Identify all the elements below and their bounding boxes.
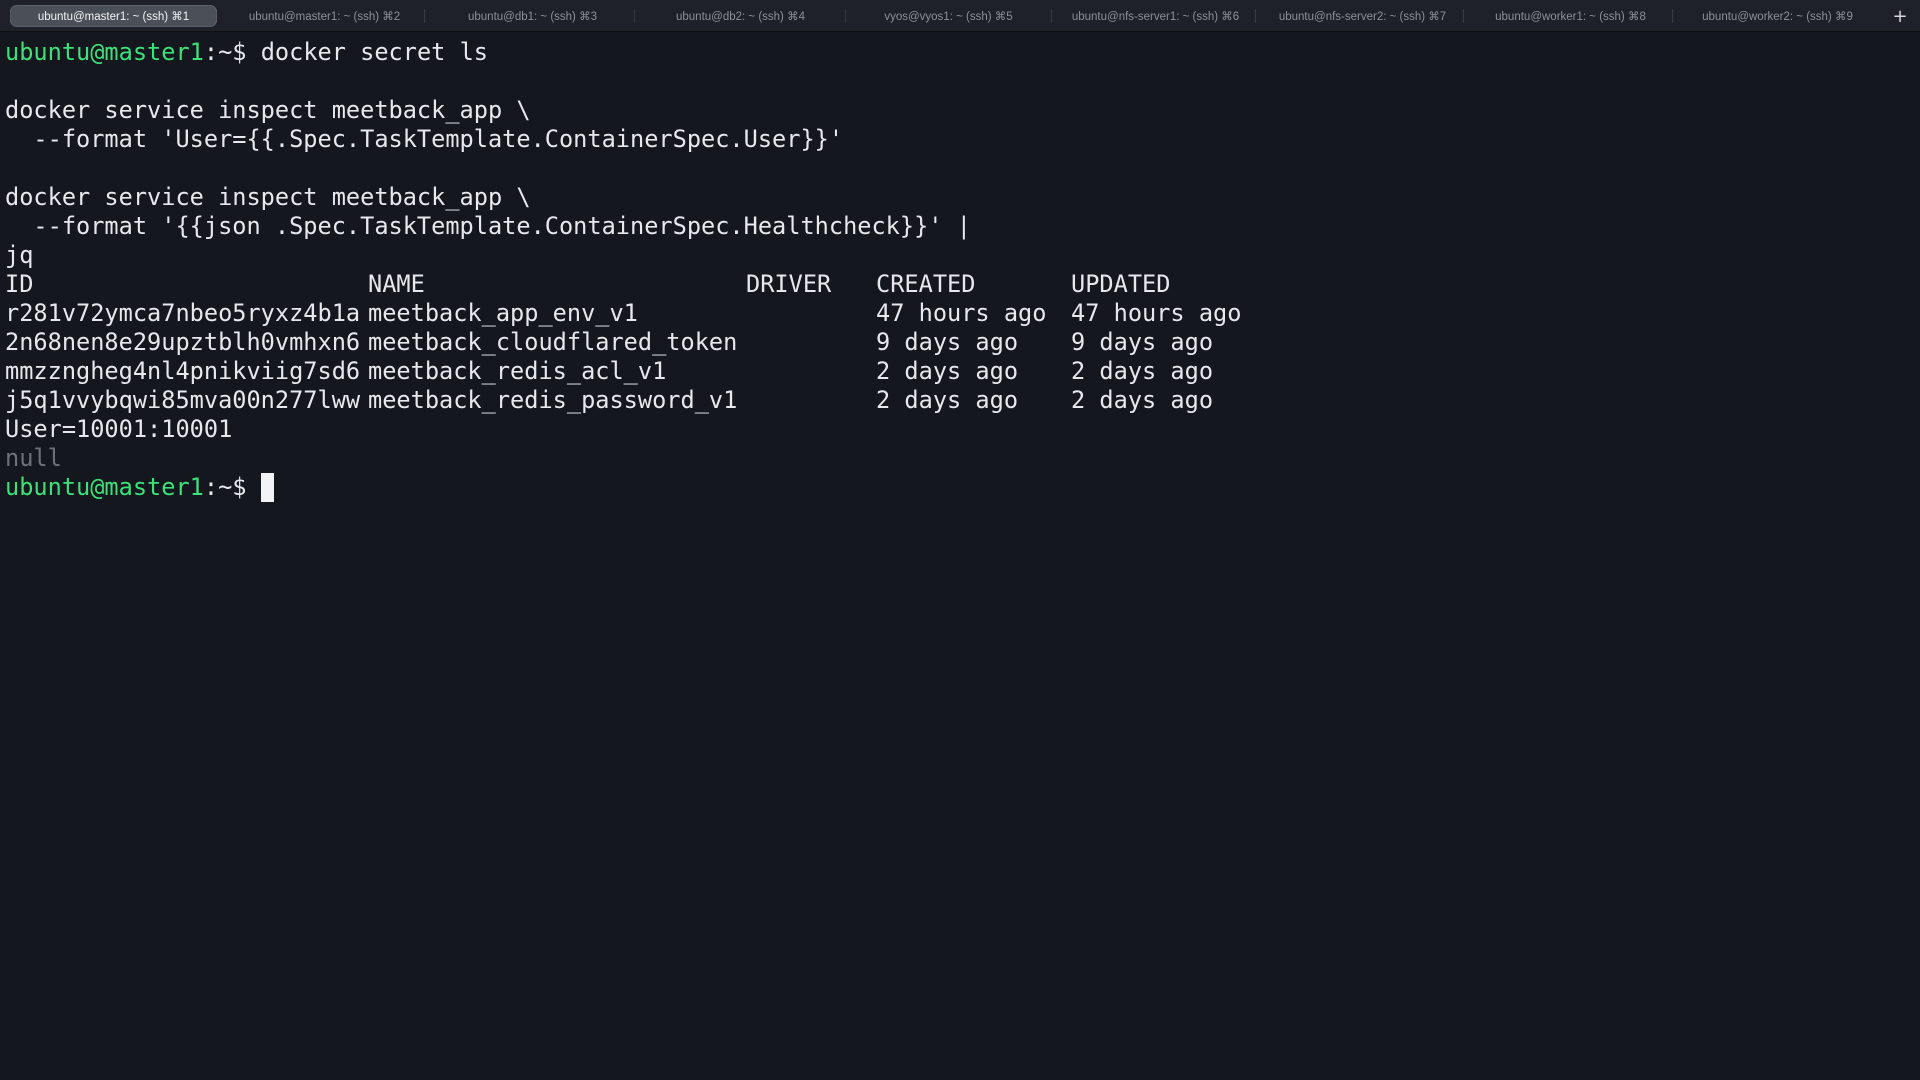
command-line-1: ubuntu@master1:~$ docker secret ls — [5, 38, 488, 67]
new-tab-icon[interactable]: + — [1888, 4, 1912, 28]
command-line-prompt: ubuntu@master1:~$ — [5, 473, 274, 502]
tab-5[interactable]: vyos@vyos1: ~ (ssh) ⌘5 — [845, 5, 1052, 27]
tab-6[interactable]: ubuntu@nfs-server1: ~ (ssh) ⌘6 — [1052, 5, 1259, 27]
command-line-3c: jq — [5, 241, 34, 269]
command-text: docker secret ls — [246, 38, 488, 66]
table-header: ID NAME DRIVER CREATED UPDATED — [5, 270, 1905, 299]
tab-9[interactable]: ubuntu@worker2: ~ (ssh) ⌘9 — [1674, 5, 1881, 27]
column-header-id: ID — [5, 270, 34, 298]
secret-id: r281v72ymca7nbeo5ryxz4b1a — [5, 299, 361, 327]
command-line-3a: docker service inspect meetback_app \ — [5, 183, 531, 211]
tab-7[interactable]: ubuntu@nfs-server2: ~ (ssh) ⌘7 — [1259, 5, 1466, 27]
secret-name: meetback_cloudflared_token — [368, 328, 738, 356]
tab-3[interactable]: ubuntu@db1: ~ (ssh) ⌘3 — [429, 5, 636, 27]
column-header-updated: UPDATED — [1071, 270, 1171, 298]
secret-created: 2 days ago — [876, 386, 1019, 414]
table-row: 2n68nen8e29upztblh0vmhxn6 meetback_cloud… — [5, 328, 1905, 357]
prompt-user-host: ubuntu@master1 — [5, 473, 204, 501]
tab-1[interactable]: ubuntu@master1: ~ (ssh) ⌘1 — [10, 5, 217, 27]
secret-name: meetback_app_env_v1 — [368, 299, 638, 327]
secret-id: j5q1vvybqwi85mva00n277lww — [5, 386, 361, 414]
secret-updated: 2 days ago — [1071, 357, 1214, 385]
secret-id: mmzzngheg4nl4pnikviig7sd6 — [5, 357, 361, 385]
cursor — [260, 473, 274, 502]
output-user: User=10001:10001 — [5, 415, 233, 443]
terminal-pane[interactable]: ubuntu@master1:~$ docker secret ls docke… — [0, 32, 1920, 1080]
tab-4[interactable]: ubuntu@db2: ~ (ssh) ⌘4 — [637, 5, 844, 27]
secret-updated: 47 hours ago — [1071, 299, 1242, 327]
prompt-path: :~$ — [203, 473, 247, 501]
table-row: r281v72ymca7nbeo5ryxz4b1a meetback_app_e… — [5, 299, 1905, 328]
table-row: j5q1vvybqwi85mva00n277lww meetback_redis… — [5, 386, 1905, 415]
secret-name: meetback_redis_acl_v1 — [368, 357, 667, 385]
column-header-name: NAME — [368, 270, 425, 298]
tab-2[interactable]: ubuntu@master1: ~ (ssh) ⌘2 — [221, 5, 428, 27]
prompt-user-host: ubuntu@master1 — [5, 38, 204, 66]
secret-created: 47 hours ago — [876, 299, 1047, 327]
column-header-driver: DRIVER — [746, 270, 832, 298]
output-null: null — [5, 444, 62, 472]
secret-created: 2 days ago — [876, 357, 1019, 385]
prompt-path: :~$ — [203, 38, 247, 66]
command-line-3b: --format '{{json .Spec.TaskTemplate.Cont… — [5, 212, 971, 240]
secret-updated: 9 days ago — [1071, 328, 1214, 356]
column-header-created: CREATED — [876, 270, 976, 298]
command-line-2a: docker service inspect meetback_app \ — [5, 96, 531, 124]
command-line-2b: --format 'User={{.Spec.TaskTemplate.Cont… — [5, 125, 844, 153]
secret-created: 9 days ago — [876, 328, 1019, 356]
secret-name: meetback_redis_password_v1 — [368, 386, 738, 414]
table-row: mmzzngheg4nl4pnikviig7sd6 meetback_redis… — [5, 357, 1905, 386]
secret-updated: 2 days ago — [1071, 386, 1214, 414]
secret-id: 2n68nen8e29upztblh0vmhxn6 — [5, 328, 361, 356]
tab-bar: ubuntu@master1: ~ (ssh) ⌘1 ubuntu@master… — [0, 0, 1920, 32]
tab-8[interactable]: ubuntu@worker1: ~ (ssh) ⌘8 — [1467, 5, 1674, 27]
